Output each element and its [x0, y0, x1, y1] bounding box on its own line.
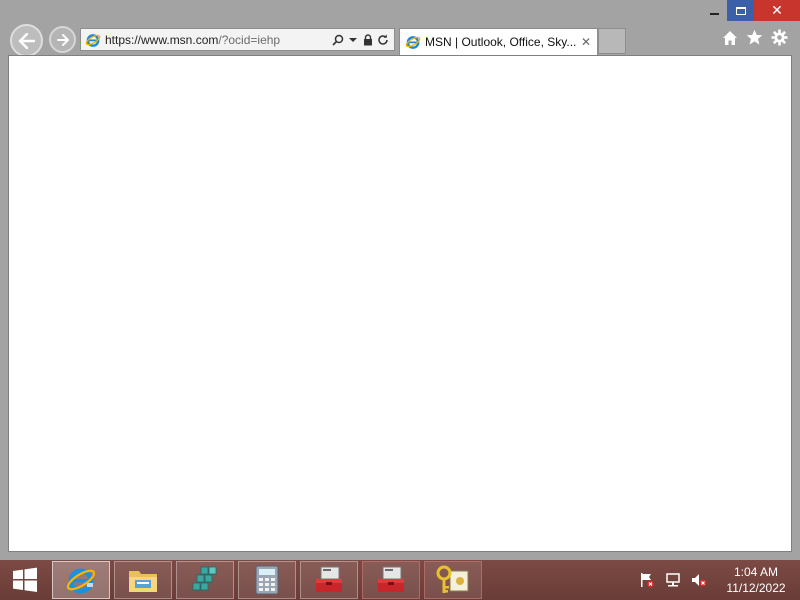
lock-icon	[364, 33, 372, 45]
toolbox-icon	[316, 566, 342, 592]
browser-window: ✕ https://www.msn.com/?ocid=iehp MSN | O…	[0, 0, 800, 560]
network-button[interactable]	[664, 572, 682, 588]
search-button[interactable]	[332, 33, 344, 47]
tab-msn[interactable]: MSN | Outlook, Office, Sky... ✕	[399, 28, 598, 55]
calculator-icon	[255, 565, 279, 595]
new-tab-button[interactable]	[598, 28, 626, 54]
browser-toolbar-right	[721, 29, 788, 46]
taskbar-server-manager[interactable]	[176, 561, 234, 599]
page-content-area[interactable]	[8, 55, 792, 552]
taskbar-internet-explorer[interactable]	[52, 561, 110, 599]
start-button[interactable]	[0, 560, 50, 600]
ie-icon	[85, 32, 101, 48]
gear-icon	[771, 29, 788, 46]
taskbar-clock[interactable]: 1:04 AM 11/12/2022	[720, 564, 792, 596]
address-bar[interactable]: https://www.msn.com/?ocid=iehp	[80, 28, 395, 51]
refresh-button[interactable]	[377, 33, 389, 47]
url-query: /?ocid=iehp	[218, 32, 281, 47]
star-icon	[746, 29, 763, 45]
taskbar-toolbox-2[interactable]	[362, 561, 420, 599]
clock-date: 11/12/2022	[726, 581, 786, 595]
close-icon: ✕	[771, 2, 783, 18]
tools-button[interactable]	[771, 29, 788, 46]
taskbar: 1:04 AM 11/12/2022	[0, 560, 800, 600]
taskbar-toolbox-1[interactable]	[300, 561, 358, 599]
clock-time: 1:04 AM	[733, 565, 779, 579]
windows-logo-icon	[13, 567, 37, 592]
maximize-button[interactable]	[727, 0, 754, 21]
folder-icon	[129, 571, 157, 592]
url-main: https://www.msn.com	[105, 32, 219, 47]
security-report-button[interactable]	[362, 33, 374, 47]
home-icon	[722, 30, 737, 45]
volume-button[interactable]	[690, 572, 708, 588]
address-url[interactable]: https://www.msn.com/?ocid=iehp	[105, 33, 332, 47]
minimize-button[interactable]	[701, 0, 727, 21]
ie-icon	[405, 34, 421, 50]
network-icon	[666, 573, 680, 587]
taskbar-file-explorer[interactable]	[114, 561, 172, 599]
taskbar-certificates[interactable]	[424, 561, 482, 599]
action-center-button[interactable]	[638, 572, 656, 588]
back-button[interactable]	[10, 24, 43, 57]
toolbox-icon	[378, 566, 404, 592]
taskbar-calculator[interactable]	[238, 561, 296, 599]
forward-button[interactable]	[49, 26, 76, 53]
close-icon: ✕	[580, 35, 592, 49]
flag-icon	[641, 573, 654, 588]
ie-icon	[66, 568, 96, 594]
speaker-muted-icon	[692, 574, 707, 587]
forward-arrow-icon	[56, 33, 69, 46]
window-caption-buttons: ✕	[701, 0, 800, 21]
refresh-icon	[378, 34, 388, 45]
tab-title: MSN | Outlook, Office, Sky...	[425, 35, 577, 49]
close-button[interactable]: ✕	[754, 0, 800, 21]
home-button[interactable]	[721, 29, 738, 46]
tab-close-button[interactable]: ✕	[578, 35, 594, 49]
cubes-icon	[192, 566, 217, 591]
search-icon	[332, 34, 344, 46]
address-tools	[332, 33, 389, 47]
system-tray: 1:04 AM 11/12/2022	[634, 560, 800, 600]
back-arrow-icon	[18, 32, 35, 49]
favorites-button[interactable]	[746, 29, 763, 46]
search-dropdown-button[interactable]	[347, 33, 359, 47]
dropdown-icon	[349, 37, 357, 42]
key-certificate-icon	[436, 565, 469, 593]
